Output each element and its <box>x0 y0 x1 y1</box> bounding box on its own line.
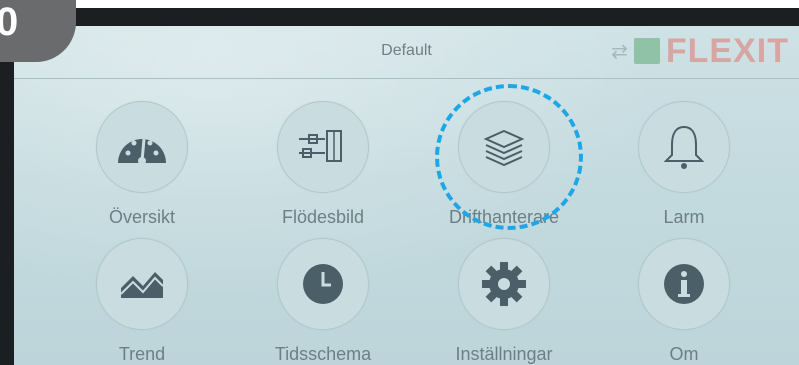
menu-label: Om <box>669 344 699 364</box>
flexit-logo-mark-icon <box>633 38 660 64</box>
menu-tile-oversikt[interactable]: Översikt <box>72 101 212 241</box>
menu-label: Flödesbild <box>281 207 365 227</box>
menu-tile-trend[interactable]: Trend <box>72 238 212 365</box>
flow-diagram-icon <box>277 101 369 193</box>
clock-icon <box>277 238 369 330</box>
menu-label: Inställningar <box>455 344 553 364</box>
trend-chart-icon <box>96 238 188 330</box>
menu-tile-larm[interactable]: Larm <box>614 101 754 241</box>
swap-arrows-icon[interactable]: ⇄ <box>611 39 628 64</box>
menu-tile-tidsschema[interactable]: Tidsschema <box>253 238 393 365</box>
menu-label: Översikt <box>108 207 175 227</box>
menu-tile-installningar[interactable]: Inställningar <box>434 238 574 365</box>
brand-name: FLEXIT <box>665 32 789 70</box>
menu-tile-om[interactable]: Om <box>614 238 754 365</box>
tap-highlight-circle <box>435 84 583 230</box>
touch-screen: Default ⇄ FLEXIT Översikt Flödesbild Dri… <box>14 26 799 365</box>
info-icon <box>638 238 730 330</box>
corner-badge-text: 0 <box>0 0 19 44</box>
gauge-icon <box>96 101 188 193</box>
bell-icon <box>638 101 730 193</box>
menu-label: Larm <box>663 207 705 227</box>
top-bar: Default ⇄ FLEXIT <box>14 26 799 79</box>
gear-icon <box>458 238 550 330</box>
brand-logo: ⇄ FLEXIT <box>611 32 789 70</box>
menu-label: Tidsschema <box>274 344 372 364</box>
menu-tile-flodesbild[interactable]: Flödesbild <box>253 101 393 241</box>
menu-label: Trend <box>118 344 166 364</box>
